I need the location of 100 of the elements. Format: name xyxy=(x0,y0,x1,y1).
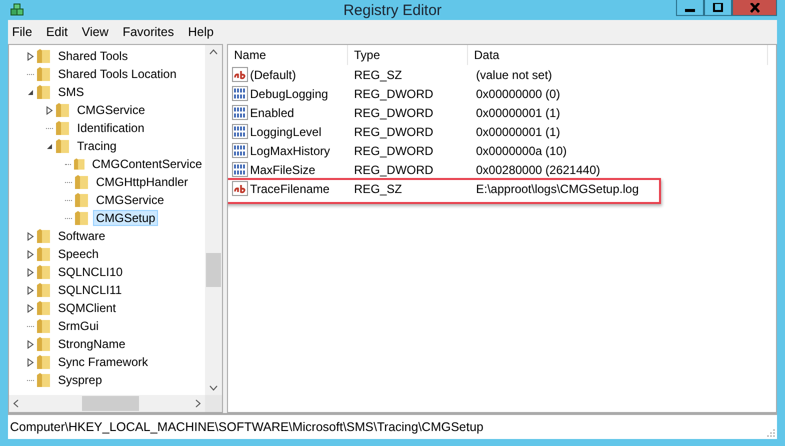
folder-icon xyxy=(37,318,51,334)
folder-icon xyxy=(74,156,85,172)
folder-icon xyxy=(37,354,51,370)
expand-arrow-icon[interactable] xyxy=(27,232,34,240)
value-type: REG_DWORD xyxy=(353,144,434,158)
folder-icon xyxy=(75,210,89,226)
vertical-scrollbar[interactable] xyxy=(205,45,222,395)
tree-item[interactable]: Shared Tools Location xyxy=(55,66,180,82)
menu-item[interactable]: Favorites xyxy=(122,25,174,39)
minimize-button[interactable] xyxy=(676,0,704,16)
menu-item[interactable]: File xyxy=(12,25,32,39)
scroll-right-icon[interactable] xyxy=(195,399,201,408)
value-name[interactable]: LoggingLevel xyxy=(250,124,322,138)
folder-icon xyxy=(56,138,70,154)
folder-icon xyxy=(37,372,51,388)
tree-item[interactable]: Sysprep xyxy=(55,372,106,388)
folder-icon xyxy=(37,300,51,316)
value-type: REG_DWORD xyxy=(353,106,434,120)
tree-item[interactable]: Identification xyxy=(74,120,148,136)
value-data: 0x00000001 (1) xyxy=(475,124,562,138)
column-header[interactable]: Type xyxy=(348,45,468,65)
close-icon xyxy=(748,2,760,12)
string-value-icon xyxy=(232,181,248,196)
column-header[interactable]: Name xyxy=(228,45,348,65)
folder-icon xyxy=(37,282,51,298)
scroll-left-icon[interactable] xyxy=(13,399,19,408)
folder-icon xyxy=(75,192,89,208)
folder-icon xyxy=(75,174,89,190)
tree-item[interactable]: SQLNCLI10 xyxy=(55,264,126,280)
value-name[interactable]: DebugLogging xyxy=(250,86,328,100)
expand-arrow-icon[interactable] xyxy=(27,340,34,348)
value-data: 0x0000000a (10) xyxy=(475,144,568,158)
value-data: E:\approot\logs\CMGSetup.log xyxy=(475,182,640,196)
folder-icon xyxy=(37,84,51,100)
tree-item[interactable]: CMGHttpHandler xyxy=(93,174,192,190)
value-name[interactable]: LogMaxHistory xyxy=(250,144,330,158)
menu-item[interactable]: Edit xyxy=(46,25,68,39)
resize-grip-icon[interactable] xyxy=(767,429,775,437)
column-header[interactable]: Data xyxy=(468,45,768,65)
tree-item[interactable]: SrmGui xyxy=(55,318,102,334)
folder-icon xyxy=(37,66,51,82)
expand-arrow-icon[interactable] xyxy=(27,52,34,60)
expand-arrow-icon[interactable] xyxy=(27,286,34,294)
expand-arrow-icon[interactable] xyxy=(46,106,53,114)
tree-item[interactable]: Sync Framework xyxy=(55,354,152,370)
value-name[interactable]: (Default) xyxy=(250,68,296,82)
scroll-thumb[interactable] xyxy=(82,396,139,411)
folder-icon xyxy=(37,264,51,280)
registry-cubes-icon xyxy=(10,3,26,17)
value-type: REG_SZ xyxy=(353,68,404,82)
tree-item[interactable]: SQMClient xyxy=(55,300,120,316)
menu-item[interactable]: Help xyxy=(188,25,214,39)
folder-icon xyxy=(37,336,51,352)
tree-item[interactable]: CMGContentService xyxy=(88,156,205,172)
tree-item[interactable]: CMGSetup xyxy=(93,210,158,226)
close-button[interactable] xyxy=(732,0,777,16)
registry-path: Computer\HKEY_LOCAL_MACHINE\SOFTWARE\Microsoft\SMS\Tracing\CMGSetup xyxy=(10,420,484,434)
tree-item[interactable]: SMS xyxy=(55,84,88,100)
binary-value-icon xyxy=(232,143,248,158)
value-name[interactable]: MaxFileSize xyxy=(250,162,316,176)
minimize-icon xyxy=(685,9,695,12)
tree-item[interactable]: CMGService xyxy=(93,192,168,208)
tree-item[interactable]: Speech xyxy=(55,246,102,262)
tree-item[interactable]: Software xyxy=(55,228,108,244)
horizontal-scrollbar[interactable] xyxy=(9,395,222,412)
folder-icon xyxy=(37,246,51,262)
value-type: REG_SZ xyxy=(353,182,404,196)
window-title: Registry Editor xyxy=(343,2,442,19)
tree-item[interactable]: SQLNCLI11 xyxy=(55,282,125,298)
value-data: 0x00000000 (0) xyxy=(475,86,562,100)
value-type: REG_DWORD xyxy=(353,124,434,138)
maximize-button[interactable] xyxy=(704,0,732,16)
collapse-arrow-icon[interactable] xyxy=(46,142,53,150)
binary-value-icon xyxy=(232,86,248,101)
maximize-icon xyxy=(712,2,724,12)
binary-value-icon xyxy=(232,124,248,139)
string-value-icon xyxy=(232,67,248,82)
binary-value-icon xyxy=(232,105,248,120)
tree-item[interactable]: Shared Tools xyxy=(55,48,131,64)
scroll-down-icon[interactable] xyxy=(209,385,218,391)
expand-arrow-icon[interactable] xyxy=(27,268,34,276)
scroll-up-icon[interactable] xyxy=(209,49,218,55)
value-name[interactable]: TraceFilename xyxy=(250,182,330,196)
collapse-arrow-icon[interactable] xyxy=(27,88,34,96)
tree-item[interactable]: StrongName xyxy=(55,336,128,352)
binary-value-icon xyxy=(232,162,248,177)
folder-icon xyxy=(37,48,51,64)
tree-item[interactable]: CMGService xyxy=(74,102,148,118)
value-name[interactable]: Enabled xyxy=(250,106,294,120)
folder-icon xyxy=(37,228,51,244)
value-data: 0x00000001 (1) xyxy=(475,106,562,120)
expand-arrow-icon[interactable] xyxy=(27,250,34,258)
tree-item[interactable]: Tracing xyxy=(74,138,120,154)
expand-arrow-icon[interactable] xyxy=(27,358,34,366)
expand-arrow-icon[interactable] xyxy=(27,304,34,312)
scroll-thumb[interactable] xyxy=(206,253,221,287)
value-data: (value not set) xyxy=(475,68,554,82)
menu-item[interactable]: View xyxy=(82,25,109,39)
value-type: REG_DWORD xyxy=(353,162,434,176)
value-data: 0x00280000 (2621440) xyxy=(475,162,602,176)
